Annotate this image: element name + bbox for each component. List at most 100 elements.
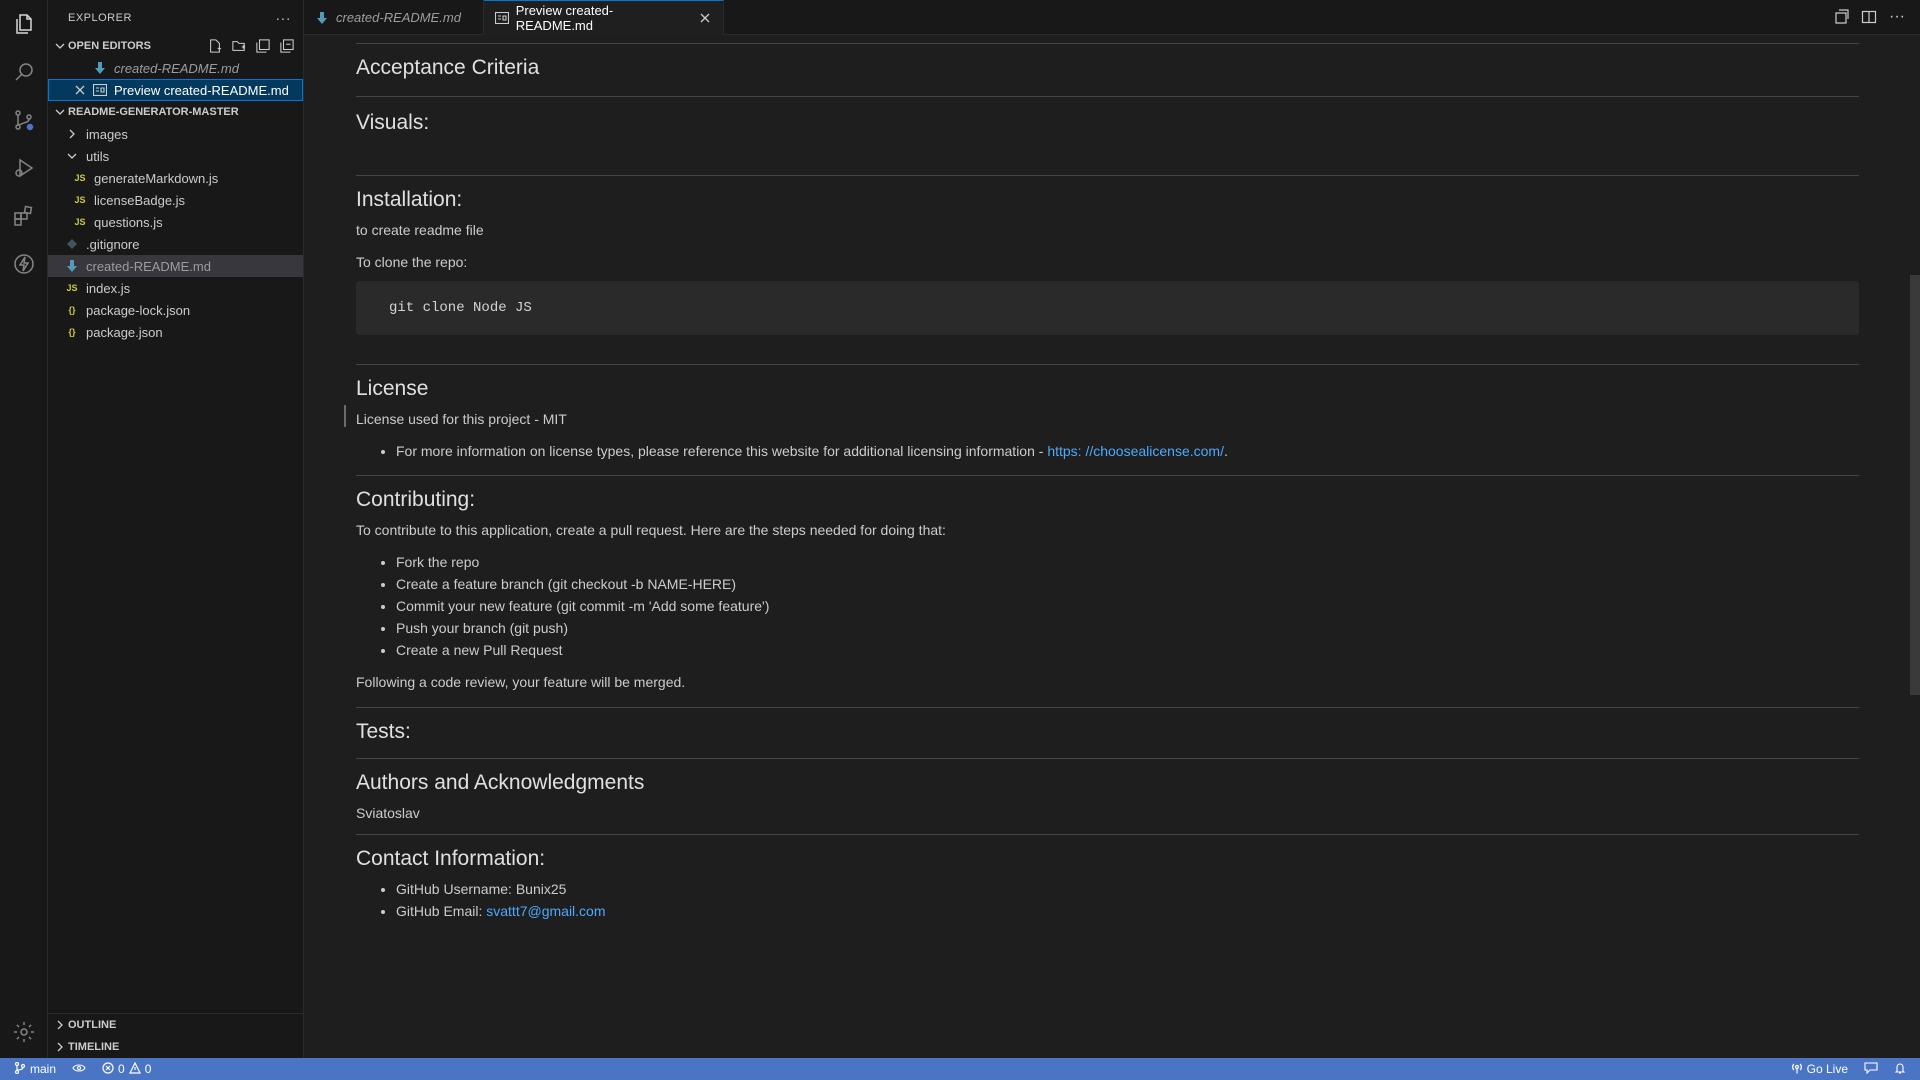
- javascript-file-icon: JS: [66, 283, 78, 293]
- tree-file-created-readme[interactable]: created-README.md: [48, 255, 303, 277]
- tree-file-licensebadge[interactable]: JS licenseBadge.js: [48, 189, 303, 211]
- list-item: Push your branch (git push): [396, 617, 1859, 639]
- sync-indicator[interactable]: [64, 1058, 94, 1080]
- status-bar: main 0 0 Go Live: [0, 1058, 1920, 1080]
- timeline-section[interactable]: TIMELINE: [48, 1036, 303, 1058]
- github-email-link[interactable]: svattt7@gmail.com: [486, 903, 605, 919]
- feedback-icon: [1864, 1061, 1878, 1077]
- run-debug-icon[interactable]: [10, 154, 38, 182]
- close-icon[interactable]: [72, 82, 88, 98]
- preview-icon: [494, 10, 510, 26]
- warning-count: 0: [144, 1062, 152, 1076]
- git-branch-icon: [14, 1061, 26, 1077]
- markdown-preview[interactable]: Acceptance Criteria Visuals: Installatio…: [304, 35, 1920, 1058]
- source-control-icon[interactable]: [10, 106, 38, 134]
- explorer-title: EXPLORER: [68, 11, 132, 24]
- json-file-icon: {}: [68, 305, 76, 315]
- tree-file-package-lock[interactable]: {} package-lock.json: [48, 299, 303, 321]
- notifications-button[interactable]: [1886, 1058, 1920, 1080]
- error-count: 0: [118, 1062, 125, 1076]
- list-item: For more information on license types, p…: [396, 440, 1859, 462]
- split-editor-icon[interactable]: [1860, 8, 1878, 26]
- license-text: License used for this project - MIT: [356, 411, 567, 427]
- tree-label: images: [86, 126, 128, 142]
- chevron-down-icon: [64, 148, 80, 164]
- extensions-icon[interactable]: [10, 202, 38, 230]
- clone-text: To clone the repo:: [356, 254, 468, 270]
- outline-section[interactable]: OUTLINE: [48, 1014, 303, 1036]
- chevron-right-icon: [64, 126, 80, 142]
- javascript-file-icon: JS: [74, 195, 86, 205]
- chevron-down-icon: [52, 104, 68, 120]
- open-editor-item-active[interactable]: Preview created-README.md: [48, 79, 303, 101]
- search-icon[interactable]: [10, 58, 38, 86]
- more-actions-icon[interactable]: ···: [1888, 8, 1906, 26]
- settings-gear-icon[interactable]: [10, 1018, 38, 1046]
- tab-label: created-README.md: [336, 10, 461, 25]
- tree-label: utils: [86, 148, 110, 164]
- error-icon: [102, 1061, 114, 1077]
- close-icon[interactable]: [697, 10, 713, 26]
- open-editor-item[interactable]: created-README.md: [48, 57, 303, 79]
- scrollbar-thumb[interactable]: [1910, 275, 1920, 695]
- tree-folder-images[interactable]: images: [48, 123, 303, 145]
- go-live-button[interactable]: Go Live: [1783, 1058, 1856, 1080]
- new-folder-icon[interactable]: [231, 38, 247, 54]
- go-live-label: Go Live: [1806, 1062, 1848, 1076]
- json-file-icon: {}: [68, 327, 76, 337]
- heading-authors: Authors and Acknowledgments: [356, 771, 645, 794]
- tab-created-readme[interactable]: created-README.md: [304, 0, 484, 35]
- open-source-icon[interactable]: [1832, 8, 1850, 26]
- license-link[interactable]: https: //choosealicense.com/: [1047, 443, 1224, 459]
- lightning-icon[interactable]: [10, 250, 38, 278]
- tree-folder-utils[interactable]: utils: [48, 145, 303, 167]
- new-file-icon[interactable]: [207, 38, 223, 54]
- tree-label: index.js: [86, 280, 131, 296]
- heading-contributing: Contributing:: [356, 488, 476, 511]
- license-bullet-text: For more information on license types, p…: [396, 443, 1048, 459]
- javascript-file-icon: JS: [74, 173, 86, 183]
- tree-file-index[interactable]: JS index.js: [48, 277, 303, 299]
- license-list: For more information on license types, p…: [356, 440, 1859, 462]
- explorer-header: EXPLORER ···: [48, 0, 303, 35]
- heading-contact: Contact Information:: [356, 847, 546, 870]
- outline-title: OUTLINE: [68, 1019, 117, 1031]
- collapse-all-icon[interactable]: [279, 38, 295, 54]
- tree-label: generateMarkdown.js: [94, 170, 219, 186]
- tree-file-questions[interactable]: JS questions.js: [48, 211, 303, 233]
- tree-label: package.json: [86, 324, 163, 340]
- javascript-file-icon: JS: [74, 217, 86, 227]
- tree-file-generatemarkdown[interactable]: JS generateMarkdown.js: [48, 167, 303, 189]
- list-item: Create a new Pull Request: [396, 639, 1859, 661]
- open-editors-section[interactable]: OPEN EDITORS: [48, 35, 303, 57]
- install-text: to create readme file: [356, 222, 484, 238]
- bell-icon: [1894, 1062, 1906, 1077]
- problems-indicator[interactable]: 0 0: [94, 1058, 159, 1080]
- heading-acceptance: Acceptance Criteria: [356, 56, 540, 79]
- project-section[interactable]: README-GENERATOR-MASTER: [48, 101, 303, 123]
- list-item: Fork the repo: [396, 551, 1859, 573]
- tree-file-package[interactable]: {} package.json: [48, 321, 303, 343]
- feedback-button[interactable]: [1856, 1058, 1886, 1080]
- heading-tests: Tests:: [356, 720, 411, 743]
- tree-label: created-README.md: [86, 258, 211, 274]
- more-actions-icon[interactable]: ···: [276, 10, 292, 26]
- explorer-icon[interactable]: [10, 10, 38, 38]
- markdown-file-icon: [92, 60, 108, 76]
- chevron-right-icon: [52, 1039, 68, 1055]
- tree-label: licenseBadge.js: [94, 192, 186, 208]
- line-indicator: [344, 405, 346, 427]
- open-editor-label: Preview created-README.md: [114, 82, 289, 98]
- tree-file-gitignore[interactable]: .gitignore: [48, 233, 303, 255]
- code-text: git clone Node JS: [389, 300, 532, 316]
- authors-text: Sviatoslav: [356, 805, 420, 821]
- list-item: Commit your new feature (git commit -m '…: [396, 595, 1859, 617]
- contrib-text: To contribute to this application, creat…: [356, 522, 946, 538]
- open-editor-label: created-README.md: [114, 60, 239, 76]
- heading-license: License: [356, 377, 429, 400]
- editor-tab-bar: created-README.md Preview created-README…: [304, 0, 1920, 35]
- tab-preview-readme[interactable]: Preview created-README.md: [484, 0, 724, 35]
- save-all-icon[interactable]: [255, 38, 271, 54]
- branch-indicator[interactable]: main: [0, 1058, 64, 1080]
- heading-installation: Installation:: [356, 188, 463, 211]
